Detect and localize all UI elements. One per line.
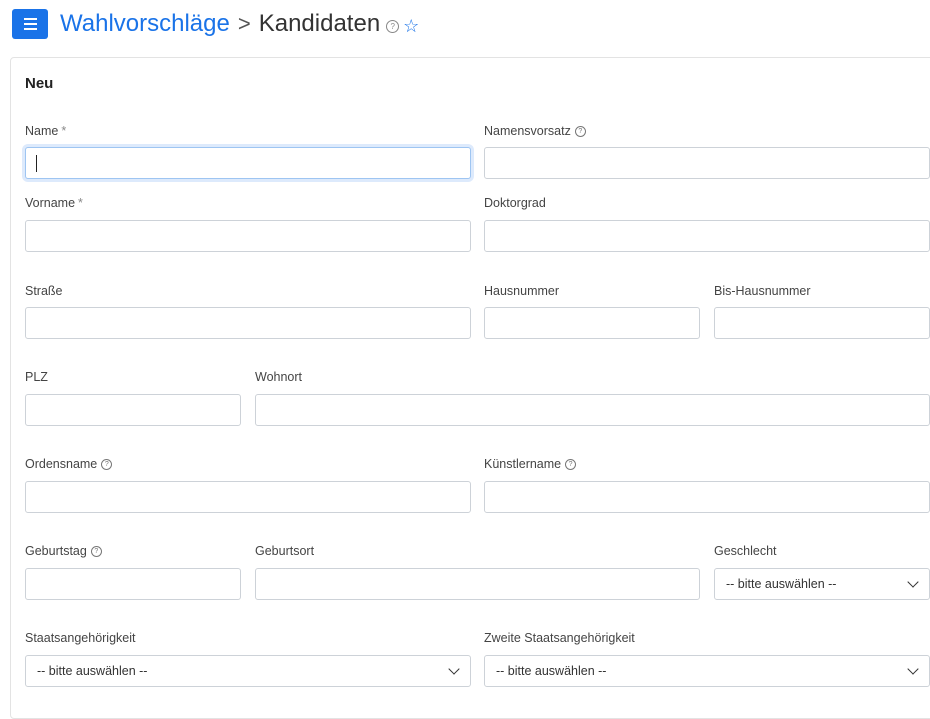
wohnort-input[interactable] (255, 394, 930, 426)
required-mark: * (61, 124, 67, 138)
zweite-staatsangehoerigkeit-select[interactable]: -- bitte auswählen -- (484, 655, 930, 687)
ordensname-input[interactable] (25, 481, 471, 513)
kuenstlername-label-text: Künstlername (484, 457, 562, 471)
help-circle-icon[interactable]: ? (565, 458, 577, 470)
form-panel: Neu Name * Namensvorsatz? Vorname * Doktor… (10, 57, 930, 719)
plz-label: PLZ (25, 370, 48, 384)
help-circle-icon[interactable]: ? (101, 458, 113, 470)
help-circle-icon[interactable]: ? (90, 545, 102, 557)
staatsangehoerigkeit-select[interactable]: -- bitte auswählen -- (25, 655, 471, 687)
strasse-label: Straße (25, 284, 63, 298)
hamburger-menu-icon (23, 18, 37, 20)
name-label: Name * (25, 124, 66, 138)
breadcrumb-link-wahlvorschlaege[interactable]: Wahlvorschläge (60, 10, 230, 38)
hamburger-menu-icon-bar (23, 23, 37, 25)
chevron-down-icon (907, 663, 919, 675)
staatsangehoerigkeit-selected-value: -- bitte auswählen -- (37, 664, 148, 678)
star-outline-icon[interactable]: ☆ (403, 16, 419, 37)
chevron-down-icon (448, 663, 460, 675)
vorname-label: Vorname * (25, 196, 83, 210)
page-title: Kandidaten (258, 10, 381, 37)
wohnort-label: Wohnort (255, 370, 303, 384)
hamburger-menu-icon-bar (23, 28, 37, 30)
geburtsort-input[interactable] (255, 568, 700, 600)
page-header: Wahlvorschläge > Kandidaten ? ☆ (10, 6, 419, 42)
bis-hausnummer-input[interactable] (714, 307, 930, 339)
geburtstag-input[interactable] (25, 568, 241, 600)
staatsangehoerigkeit-label: Staatsangehörigkeit (25, 631, 136, 645)
namensvorsatz-label-text: Namensvorsatz (484, 124, 571, 138)
vorname-input[interactable] (25, 220, 471, 252)
breadcrumb-separator: > (237, 11, 251, 36)
geschlecht-selected-value: -- bitte auswählen -- (726, 577, 837, 591)
required-mark: * (78, 196, 83, 210)
hausnummer-label: Hausnummer (484, 284, 560, 298)
ordensname-label-text: Ordensname (25, 457, 98, 471)
text-cursor (36, 155, 37, 172)
ordensname-label: Ordensname? (25, 457, 113, 471)
namensvorsatz-label: Namensvorsatz? (484, 124, 586, 138)
doktorgrad-input[interactable] (484, 220, 930, 252)
name-label-text: Name (25, 124, 59, 138)
geschlecht-select[interactable]: -- bitte auswählen -- (714, 568, 930, 600)
hausnummer-input[interactable] (484, 307, 700, 339)
plz-input[interactable] (25, 394, 241, 426)
kuenstlername-label: Künstlername? (484, 457, 577, 471)
bis-hausnummer-label: Bis-Hausnummer (714, 284, 811, 298)
kuenstlername-input[interactable] (484, 481, 930, 513)
chevron-down-icon (907, 576, 919, 588)
geschlecht-label: Geschlecht (714, 544, 777, 558)
namensvorsatz-input[interactable] (484, 147, 930, 179)
zweite-staatsangehoerigkeit-label: Zweite Staatsangehörigkeit (484, 631, 635, 645)
menu-button[interactable] (12, 9, 48, 39)
help-circle-icon[interactable]: ? (386, 20, 400, 33)
geburtsort-label: Geburtsort (255, 544, 315, 558)
geburtstag-label: Geburtstag? (25, 544, 102, 558)
doktorgrad-label: Doktorgrad (484, 196, 546, 210)
geburtstag-label-text: Geburtstag (25, 544, 87, 558)
vorname-label-text: Vorname (25, 196, 76, 210)
name-input[interactable] (25, 147, 471, 179)
panel-title: Neu (25, 75, 54, 92)
zweite-staatsangehoerigkeit-selected-value: -- bitte auswählen -- (496, 664, 607, 678)
strasse-input[interactable] (25, 307, 471, 339)
help-circle-icon[interactable]: ? (574, 125, 586, 137)
